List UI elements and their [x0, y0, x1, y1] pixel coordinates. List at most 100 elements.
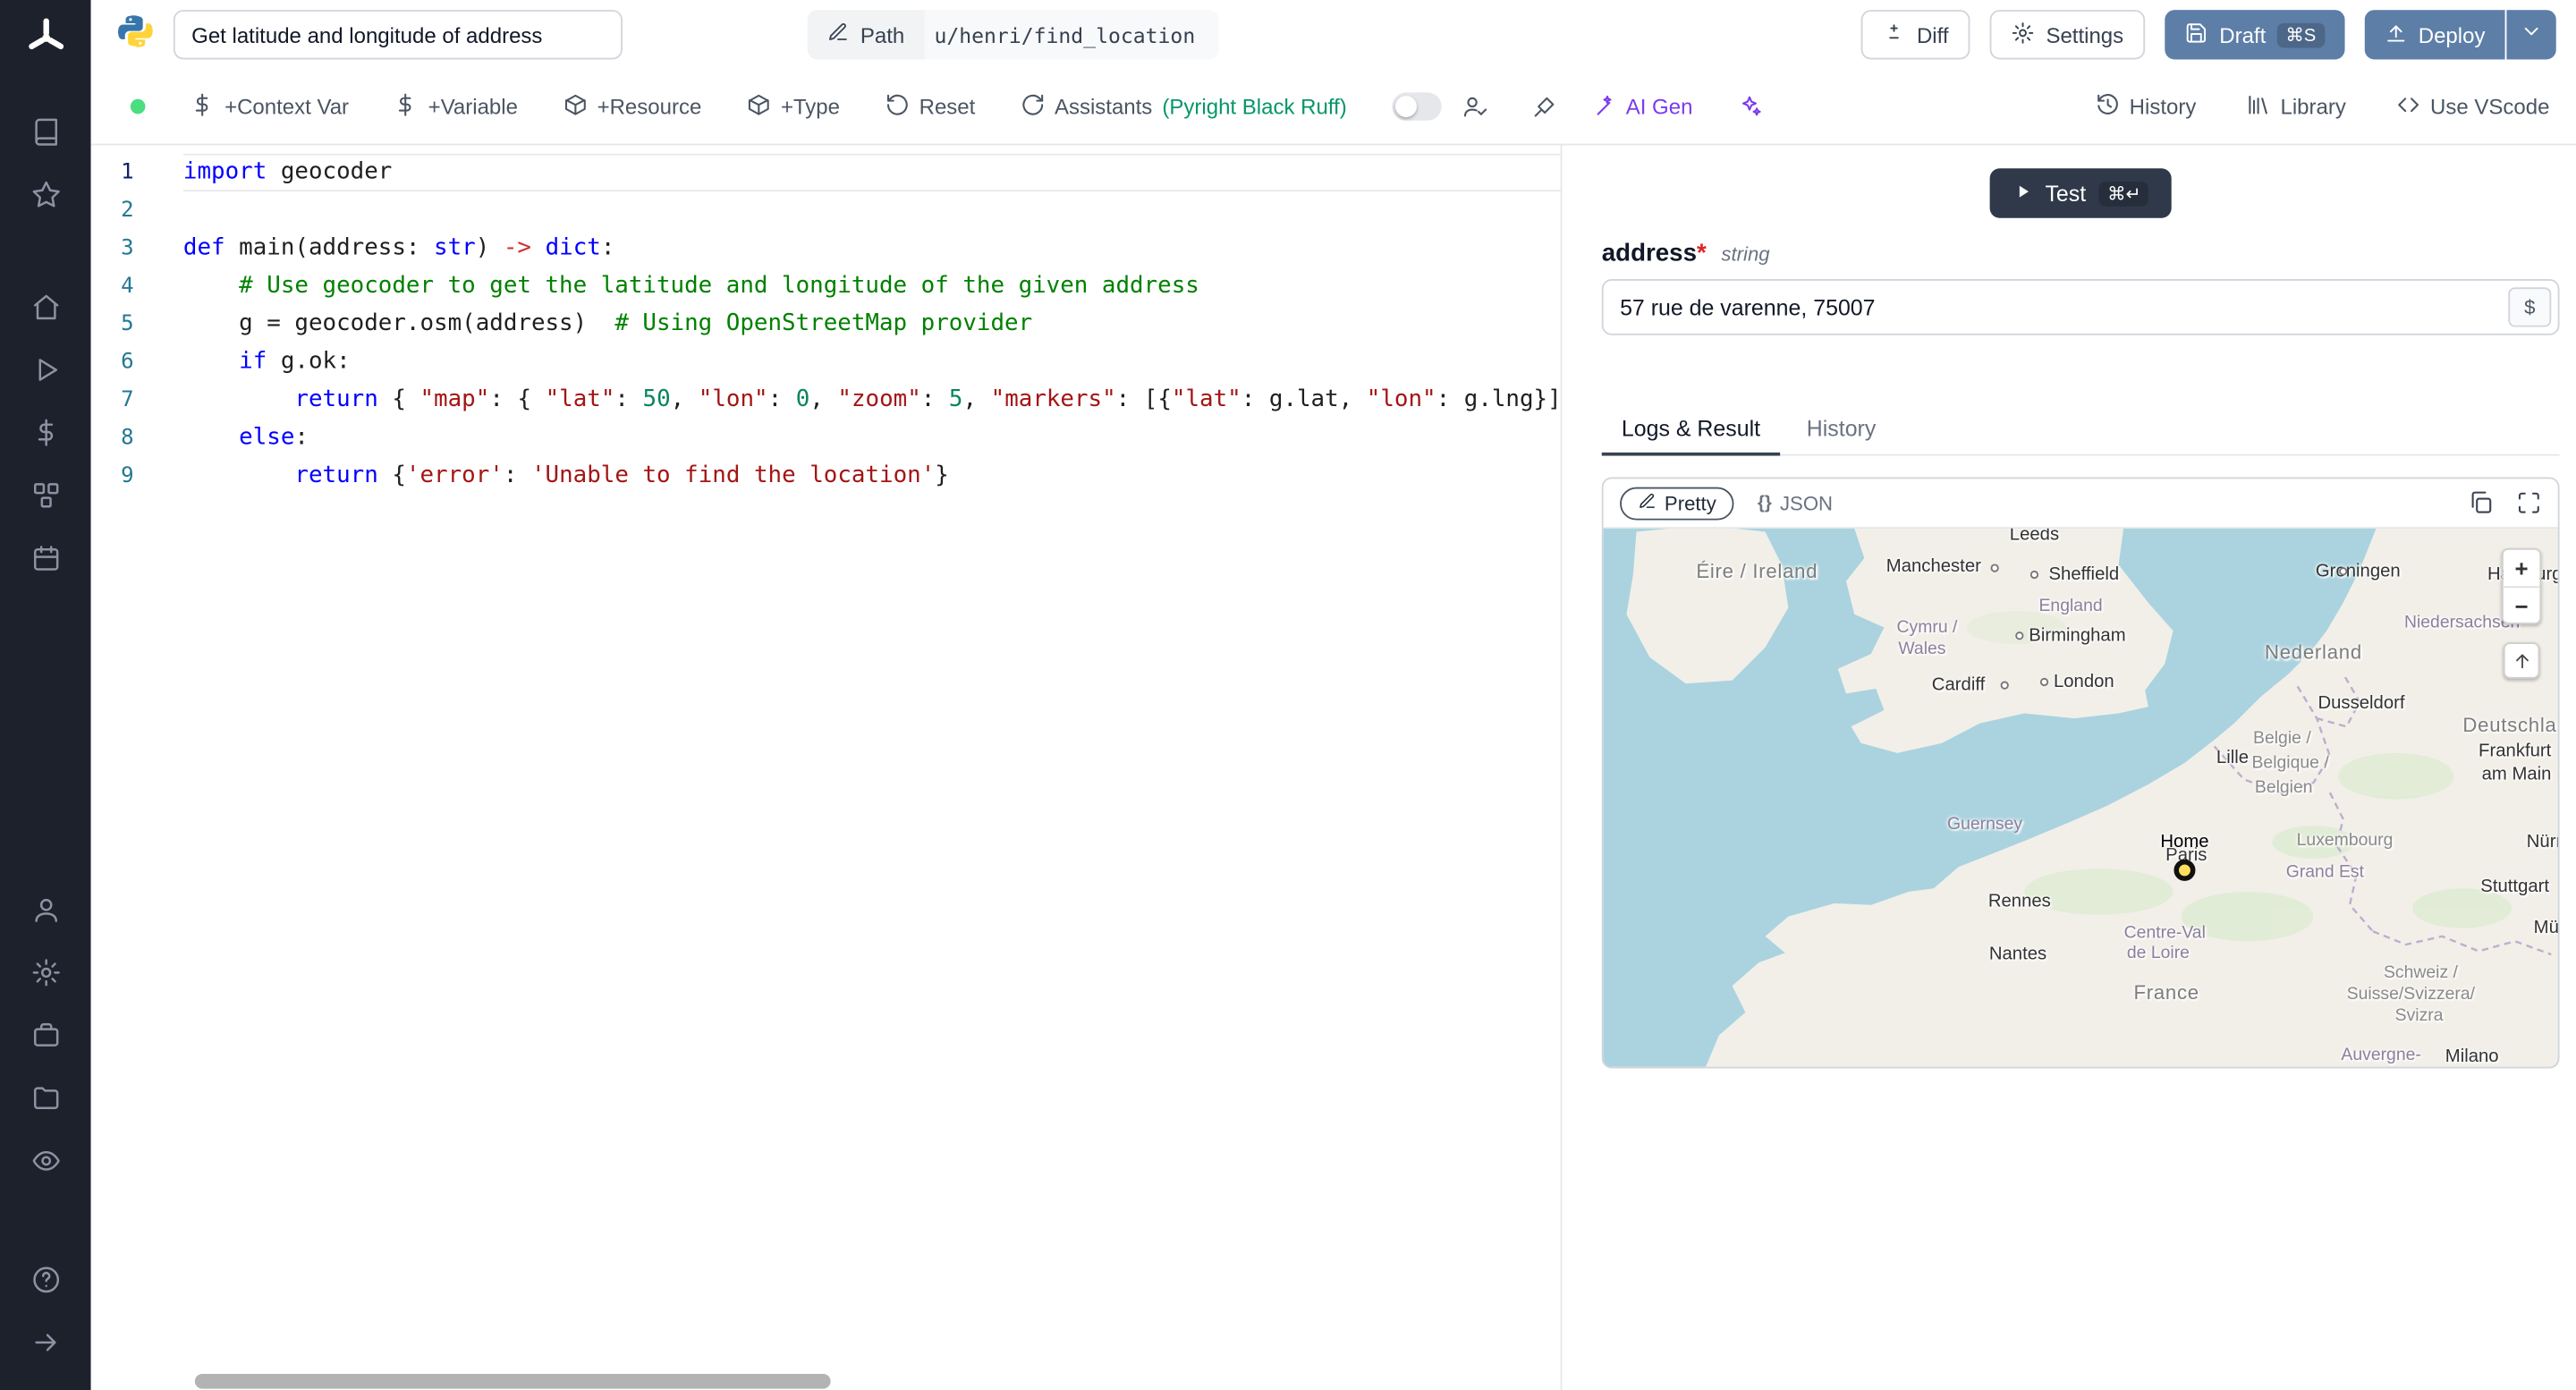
collapse-sidebar-icon[interactable]	[30, 1327, 60, 1357]
sparkles-icon[interactable]	[1737, 94, 1762, 119]
code-line[interactable]: # Use geocoder to get the latitude and l…	[183, 267, 1561, 305]
code-line[interactable]: import geocoder	[183, 154, 1561, 191]
code-line[interactable]: if g.ok:	[183, 343, 1561, 381]
city-dot	[1990, 564, 1999, 572]
map-label: Stuttgart	[2480, 877, 2550, 897]
deploy-button-group: Deploy	[2363, 10, 2556, 60]
line-number: 1	[121, 160, 134, 185]
insert-variable-button[interactable]: $	[2508, 287, 2552, 327]
path-control[interactable]: Path u/henri/find_location	[807, 10, 1219, 60]
help-icon[interactable]	[30, 1265, 60, 1294]
map-label: Centre-Val	[2123, 922, 2206, 944]
rotate-ccw-icon	[885, 91, 910, 121]
map-label: Nantes	[1988, 944, 2047, 965]
line-number: 2	[121, 198, 134, 224]
library-button[interactable]: Library	[2246, 91, 2346, 121]
city-dot	[2015, 631, 2024, 640]
workers-icon[interactable]	[30, 1021, 60, 1050]
pencil-icon	[827, 21, 849, 48]
assistants-button[interactable]: Assistants (Pyright Black Ruff)	[1020, 91, 1347, 121]
result-box: Pretty {} JSON Leeds Manchester Sheffiel…	[1601, 477, 2560, 1069]
horizontal-scrollbar[interactable]	[194, 1373, 831, 1389]
pretty-toggle[interactable]: Pretty	[1620, 486, 1735, 520]
line-number: 3	[121, 235, 134, 261]
ai-gen-button[interactable]: AI Gen	[1591, 91, 1692, 121]
map-label: Svizra	[2394, 1005, 2444, 1026]
favorites-icon[interactable]	[30, 180, 60, 209]
settings-gear-icon[interactable]	[30, 958, 60, 987]
map-label: Éire / Ireland	[1696, 559, 1818, 583]
map-label: Leeds	[2009, 528, 2060, 546]
folders-icon[interactable]	[30, 1083, 60, 1113]
editor-toolbar: +Context Var +Variable +Resource +Type R…	[90, 70, 2576, 146]
map-label: Grand Est	[2285, 861, 2365, 882]
map-label: Milano	[2445, 1047, 2499, 1067]
add-resource-button[interactable]: +Resource	[563, 91, 701, 121]
users-icon[interactable]	[30, 895, 60, 925]
docs-icon[interactable]	[30, 117, 60, 147]
user-check-icon[interactable]	[1462, 94, 1487, 119]
fit-bounds-button[interactable]	[2503, 642, 2540, 679]
chevron-down-icon	[2520, 19, 2543, 50]
use-vscode-button[interactable]: Use VScode	[2395, 91, 2549, 121]
variables-icon[interactable]	[30, 418, 60, 447]
map-label: Deutschland	[2462, 713, 2557, 737]
home-icon[interactable]	[30, 292, 60, 322]
tab-history[interactable]: History	[1787, 404, 1896, 453]
tab-logs-result[interactable]: Logs & Result	[1601, 404, 1781, 456]
expand-result-icon[interactable]	[2517, 490, 2542, 515]
draft-shortcut: ⌘S	[2277, 21, 2325, 47]
map-label: Sheffield	[2048, 564, 2120, 585]
arg-name-label: address*	[1601, 239, 1707, 268]
map-label: London	[2053, 672, 2114, 692]
schedules-icon[interactable]	[30, 543, 60, 572]
map-label: Guernsey	[1947, 814, 2023, 835]
audit-logs-icon[interactable]	[30, 1146, 60, 1175]
gear-icon	[2012, 21, 2035, 48]
multiplayer-toggle[interactable]	[1391, 92, 1441, 121]
code-line[interactable]: g = geocoder.osm(address) # Using OpenSt…	[183, 306, 1561, 343]
history-button[interactable]: History	[2095, 91, 2196, 121]
code-line[interactable]	[183, 191, 1561, 229]
deploy-button[interactable]: Deploy	[2363, 10, 2505, 60]
settings-button[interactable]: Settings	[1989, 10, 2146, 60]
map-label: Nederland	[2265, 640, 2362, 665]
code-line[interactable]: return {'error': 'Unable to find the loc…	[183, 457, 1561, 495]
code-lines[interactable]: import geocoder def main(address: str) ->…	[147, 154, 1561, 1390]
result-toolbar: Pretty {} JSON	[1603, 479, 2558, 529]
copy-result-icon[interactable]	[2469, 490, 2494, 515]
windmill-logo[interactable]	[24, 16, 67, 67]
map-label: France	[2133, 980, 2199, 1004]
address-input[interactable]	[1601, 278, 2560, 335]
code-line[interactable]: def main(address: str) -> dict:	[183, 230, 1561, 267]
format-code-icon[interactable]	[1531, 94, 1556, 119]
home-marker[interactable]	[2174, 859, 2196, 881]
code-editor[interactable]: 1 2 3 4 5 6 7 8 9 import geocoder def main(addres…	[91, 145, 1561, 1390]
line-number: 9	[121, 463, 134, 489]
script-title-input[interactable]	[173, 10, 623, 60]
app-root: Path u/henri/find_location Diff Settings…	[0, 0, 2576, 1390]
line-number: 7	[121, 387, 134, 413]
code-line[interactable]: else:	[183, 420, 1561, 457]
diff-button[interactable]: Diff	[1860, 10, 1970, 60]
add-context-var-button[interactable]: +Context Var	[190, 91, 349, 121]
add-type-button[interactable]: +Type	[746, 91, 840, 121]
left-sidebar	[0, 0, 91, 1390]
runs-icon[interactable]	[30, 355, 60, 385]
draft-button[interactable]: Draft ⌘S	[2165, 10, 2344, 60]
code-line[interactable]: return { "map": { "lat": 50, "lon": 0, "…	[183, 381, 1560, 419]
zoom-in-button[interactable]: +	[2503, 549, 2540, 587]
test-button[interactable]: Test ⌘↵	[1988, 168, 2173, 218]
resources-icon[interactable]	[30, 480, 60, 510]
map-label: Belgien	[2254, 777, 2313, 798]
add-variable-button[interactable]: +Variable	[394, 91, 518, 121]
package-icon	[563, 91, 588, 121]
deploy-dropdown-button[interactable]	[2506, 10, 2556, 60]
json-toggle[interactable]: {} JSON	[1758, 491, 1833, 514]
result-map[interactable]: Leeds Manchester Sheffield England Birmingha…	[1603, 528, 2558, 1067]
reset-button[interactable]: Reset	[885, 91, 975, 121]
map-label: Auvergne-	[2341, 1045, 2421, 1065]
required-asterisk: *	[1697, 239, 1707, 268]
path-label: Path	[860, 21, 905, 47]
zoom-out-button[interactable]: −	[2503, 586, 2540, 623]
